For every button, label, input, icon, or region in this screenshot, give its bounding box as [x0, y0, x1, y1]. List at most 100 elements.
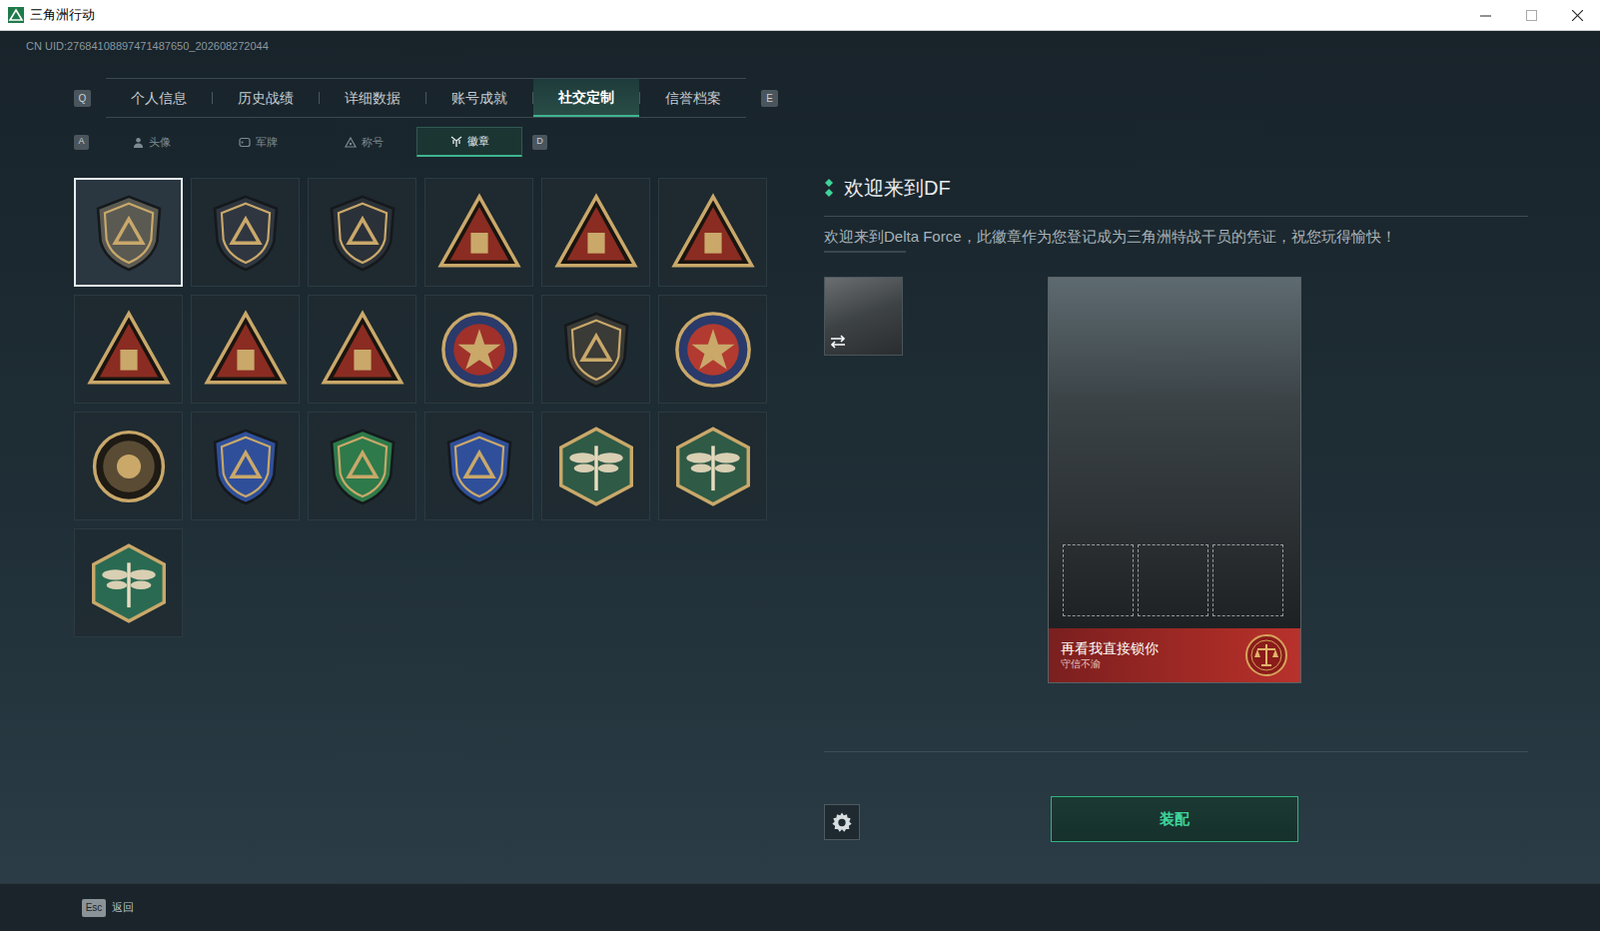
badge-icon: [436, 189, 523, 276]
prev-tab-key[interactable]: Q: [73, 89, 91, 107]
badge-fill: [331, 195, 394, 269]
main-tab[interactable]: 历史战绩: [212, 78, 319, 117]
badge-cell[interactable]: [658, 411, 768, 521]
operator-avatar[interactable]: [823, 276, 903, 356]
main-tab[interactable]: 账号成就: [426, 78, 533, 117]
badge-cell[interactable]: [424, 294, 534, 404]
badge-fill: [677, 428, 749, 505]
main-area: CN UID:27684108897471487650_202608272044…: [0, 30, 1600, 883]
gear-icon: [830, 810, 853, 833]
tab-separator: [639, 91, 641, 104]
prev-subtab-key[interactable]: A: [73, 134, 89, 150]
next-subtab-key[interactable]: D: [532, 134, 548, 150]
maximize-icon: [1526, 9, 1538, 21]
sub-tab-label: 军牌: [255, 133, 278, 151]
badge-fill: [215, 323, 274, 377]
badge-cell[interactable]: [658, 294, 768, 404]
main-tab[interactable]: 个人信息: [105, 78, 212, 117]
bottom-divider: [823, 751, 1529, 753]
back-button[interactable]: Esc 返回: [81, 898, 134, 917]
badge-icon: [553, 423, 640, 510]
card-slot[interactable]: [1137, 544, 1209, 617]
badge-fill: [453, 323, 506, 376]
badge-cell[interactable]: [190, 294, 300, 404]
badge-fill: [683, 206, 742, 260]
minimize-icon: [1480, 9, 1492, 21]
footer-bar: Esc 返回: [0, 882, 1600, 931]
badge-icon: [85, 189, 172, 276]
badge-cell[interactable]: [73, 528, 183, 638]
badge-cell[interactable]: [424, 411, 534, 521]
badge-cell[interactable]: [541, 294, 651, 404]
uid-label: CN UID:27684108897471487650_202608272044: [25, 38, 824, 53]
main-tab[interactable]: 信誉档案: [640, 78, 747, 117]
title-divider: [823, 215, 1529, 217]
badge-cell[interactable]: [541, 177, 651, 287]
main-tab[interactable]: 详细数据: [319, 78, 426, 117]
badge-fill: [214, 429, 277, 503]
name-card: 再看我直接锁你 守信不渝: [1047, 276, 1302, 684]
badge-fill: [98, 323, 157, 377]
badge-icon: [670, 423, 757, 510]
back-label: 返回: [111, 898, 134, 916]
badge-cell[interactable]: [73, 411, 183, 521]
equip-button[interactable]: 装配: [1050, 796, 1299, 842]
main-tab[interactable]: 社交定制: [533, 78, 640, 117]
badge-icon: [319, 423, 406, 510]
close-icon: [1572, 9, 1584, 21]
badge-icon: [85, 540, 172, 627]
next-tab-key[interactable]: E: [761, 89, 779, 107]
card-slot[interactable]: [1212, 544, 1284, 617]
description-underline: [823, 250, 906, 253]
close-button[interactable]: [1554, 0, 1600, 30]
maximize-button[interactable]: [1508, 0, 1555, 30]
sub-tab-row: A 头像 军牌 称号 徽章 D: [73, 125, 824, 158]
sub-tab[interactable]: 头像: [98, 126, 205, 157]
esc-key: Esc: [81, 898, 106, 917]
badge-cell[interactable]: [424, 177, 534, 287]
detail-panel: 欢迎来到DF 欢迎来到Delta Force，此徽章作为您登记成为三角洲特战干员…: [823, 30, 1529, 883]
badge-fill: [449, 206, 508, 260]
badge-cell[interactable]: [307, 177, 417, 287]
minimize-button[interactable]: [1462, 0, 1509, 30]
badge-cell[interactable]: [190, 411, 300, 521]
sub-tab[interactable]: 称号: [310, 126, 417, 157]
window-title: 三角洲行动: [29, 4, 95, 25]
badge-fill: [565, 312, 628, 386]
badge-cell[interactable]: [73, 177, 183, 287]
badge-cell[interactable]: [307, 411, 417, 521]
sub-tab-label: 头像: [148, 133, 171, 151]
badge-cell[interactable]: [190, 177, 300, 287]
badge-fill: [560, 428, 632, 505]
tab-separator: [211, 91, 213, 104]
badge-icon: [202, 189, 289, 276]
badge-cell[interactable]: [541, 411, 651, 521]
badge-icon: [202, 306, 289, 393]
tab-separator: [425, 91, 427, 104]
title-bar: 三角洲行动: [0, 0, 1600, 31]
badge-fill: [92, 545, 164, 622]
title-icon: [344, 136, 357, 148]
scales-emblem-icon: [1244, 633, 1289, 678]
badge-cell[interactable]: [73, 294, 183, 404]
dogtag-icon: [238, 136, 251, 148]
title-marker-icon: [823, 178, 834, 197]
badge-fill: [332, 323, 391, 377]
sub-tab-label: 称号: [361, 133, 384, 151]
left-column: CN UID:27684108897471487650_202608272044…: [0, 30, 824, 883]
sub-tab[interactable]: 徽章: [416, 126, 523, 157]
sub-tab-label: 徽章: [467, 132, 490, 150]
badge-cell[interactable]: [307, 294, 417, 404]
badge-fill: [102, 440, 155, 493]
sub-tab[interactable]: 军牌: [204, 126, 311, 157]
badge-fill: [687, 323, 740, 376]
badge-icon: [436, 306, 523, 393]
tab-separator: [318, 91, 320, 104]
badge-fill: [448, 429, 511, 503]
badge-cell[interactable]: [658, 177, 768, 287]
swap-icon: [828, 334, 847, 349]
settings-button[interactable]: [823, 803, 860, 840]
badge-icon: [436, 423, 523, 510]
badge-icon: [450, 135, 463, 147]
card-slot[interactable]: [1062, 544, 1134, 617]
